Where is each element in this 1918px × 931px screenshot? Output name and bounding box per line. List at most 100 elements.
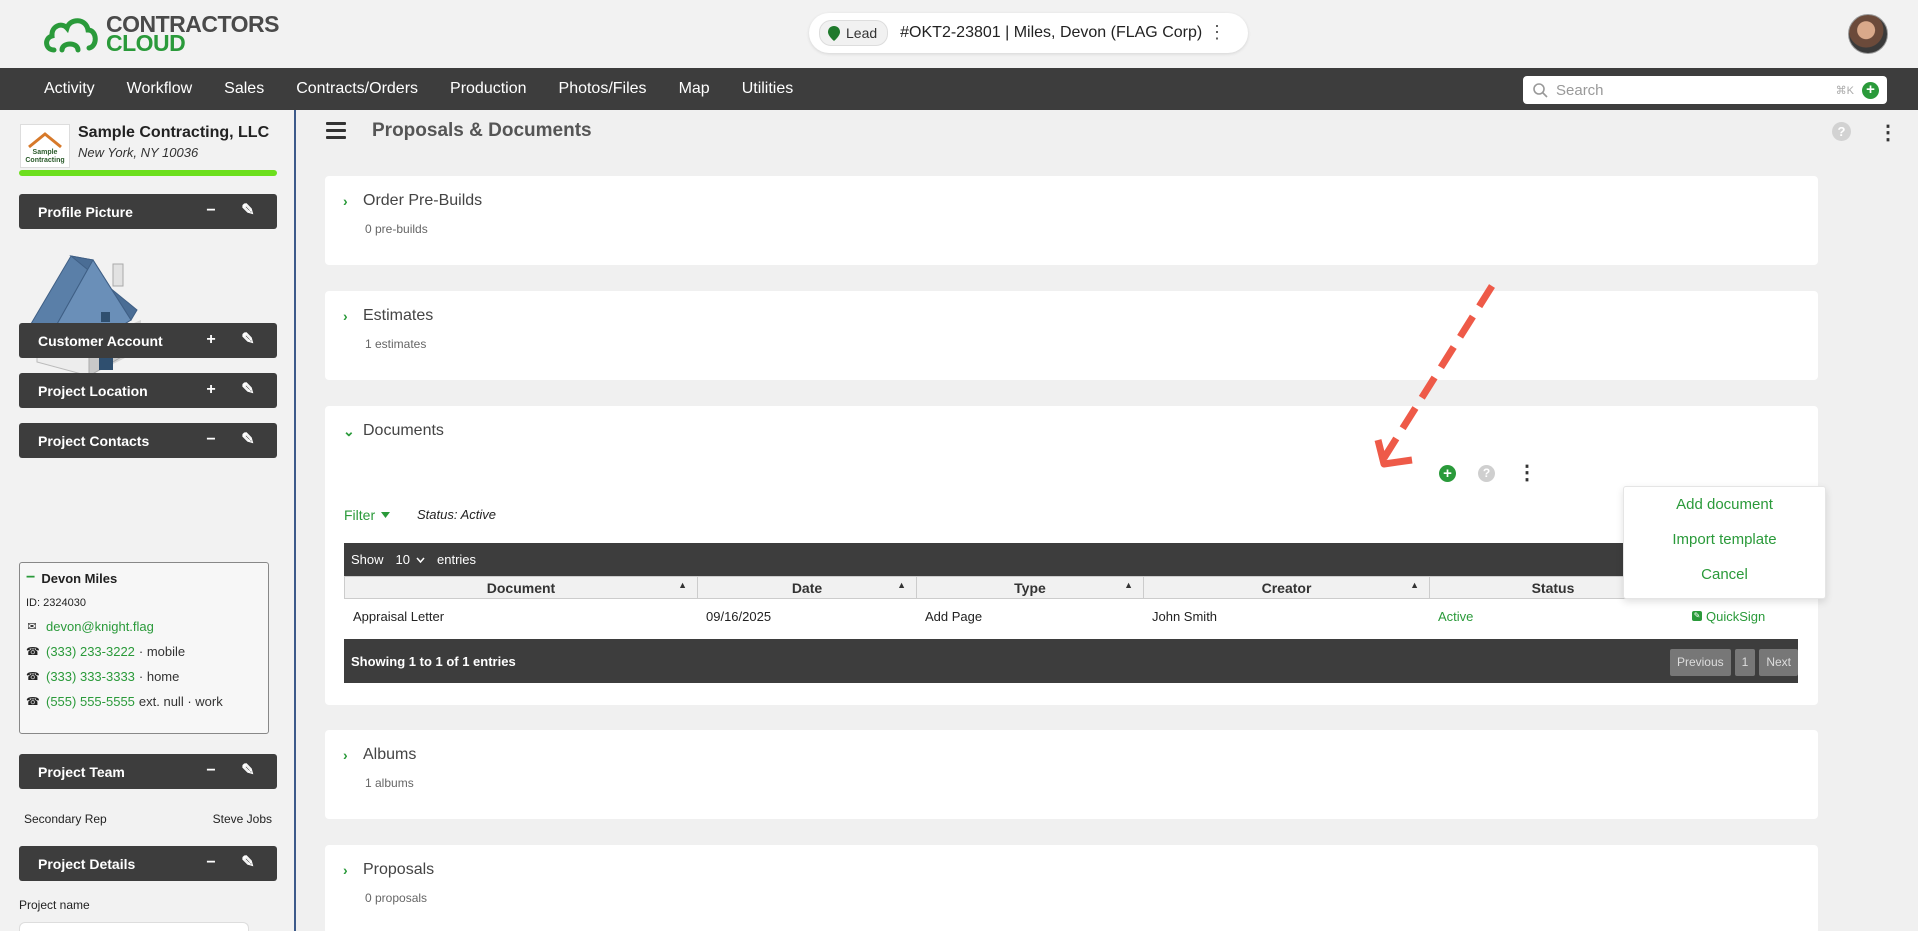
lead-status-badge[interactable]: Lead (819, 20, 889, 46)
help-icon[interactable]: ? (1832, 122, 1851, 141)
table-row[interactable]: Appraisal Letter 09/16/2025 Add Page Joh… (344, 599, 1798, 633)
menu-item-add-document[interactable]: Add document (1624, 487, 1825, 522)
caret-down-icon (381, 512, 391, 518)
section-count: 1 albums (365, 776, 414, 790)
project-location-panel-header[interactable]: Project Location + ✎ (19, 373, 277, 408)
collapse-icon[interactable]: − (203, 854, 219, 872)
nav-activity[interactable]: Activity (28, 80, 111, 98)
prebuilds-toggle[interactable]: › Order Pre-Builds (343, 192, 482, 210)
nav-utilities[interactable]: Utilities (726, 80, 810, 98)
table-header: Document ▲ Date ▲ Type ▲ Creator ▲ Status (344, 576, 1798, 599)
quick-add-icon[interactable]: + (1862, 81, 1879, 99)
quicksign-link[interactable]: ✎ QuickSign (1683, 609, 1795, 624)
lead-badge-label: Lead (846, 25, 878, 41)
collapse-icon[interactable]: − (203, 202, 219, 220)
sidebar: Sample Contracting Sample Contracting, L… (0, 110, 296, 931)
contact-email-link[interactable]: devon@knight.flag (46, 619, 154, 634)
menu-item-import-template[interactable]: Import template (1624, 522, 1825, 557)
column-header-date[interactable]: Date ▲ (698, 577, 917, 598)
collapse-contact-icon[interactable]: − (26, 569, 35, 587)
collapse-icon[interactable]: − (203, 762, 219, 780)
column-header-type[interactable]: Type ▲ (917, 577, 1144, 598)
collapse-icon[interactable]: − (203, 431, 219, 449)
phone-label: · mobile (138, 644, 186, 659)
section-title: Documents (363, 422, 444, 439)
column-header-document[interactable]: Document ▲ (345, 577, 698, 598)
menu-icon[interactable] (326, 122, 346, 139)
main-content: Proposals & Documents ? ⋮ › Order Pre-Bu… (298, 110, 1918, 931)
section-title: Order Pre-Builds (363, 192, 483, 209)
add-icon[interactable]: + (203, 381, 219, 399)
phone-label: ext. null · work (138, 694, 223, 709)
proposals-toggle[interactable]: › Proposals (343, 861, 434, 879)
documents-toggle[interactable]: ⌄ Documents (343, 422, 444, 440)
top-header: CONTRACTORS CLOUD Lead #OKT2-23801 | Mil… (0, 0, 1918, 68)
column-label: Document (486, 579, 556, 596)
cell-creator: John Smith (1152, 608, 1218, 624)
entries-select[interactable]: 10 (391, 552, 430, 567)
cell-date: 09/16/2025 (706, 608, 772, 624)
column-header-creator[interactable]: Creator ▲ (1144, 577, 1430, 598)
search-input[interactable]: Search ⌘K + (1523, 76, 1887, 104)
table-length-bar: Show 10 entries (344, 543, 1798, 576)
prebuilds-card: › Order Pre-Builds 0 pre-builds (325, 176, 1818, 265)
project-name-label: Project name (19, 898, 90, 912)
edit-icon[interactable]: ✎ (240, 854, 256, 872)
contact-phone-link[interactable]: (333) 333-3333 (46, 669, 135, 684)
menu-item-cancel[interactable]: Cancel (1624, 557, 1825, 592)
contractors-cloud-logo[interactable]: CONTRACTORS CLOUD (42, 12, 279, 56)
section-count: 0 proposals (365, 891, 428, 905)
sort-icon: ▲ (678, 580, 687, 590)
entries-count: 10 (395, 552, 410, 567)
next-page-button[interactable]: Next (1759, 649, 1798, 676)
documents-more-icon[interactable]: ⋮ (1517, 463, 1537, 483)
filter-label: Filter (344, 507, 376, 523)
table-summary: Showing 1 to 1 of 1 entries (351, 653, 516, 669)
project-contacts-panel-header[interactable]: Project Contacts − ✎ (19, 423, 277, 458)
job-selector[interactable]: Lead #OKT2-23801 | Miles, Devon (FLAG Co… (809, 13, 1248, 53)
profile-progress-bar (19, 170, 277, 176)
nav-photos-files[interactable]: Photos/Files (543, 80, 663, 98)
albums-toggle[interactable]: › Albums (343, 746, 416, 764)
show-label: Show (351, 552, 384, 567)
section-title: Estimates (363, 307, 434, 324)
estimates-toggle[interactable]: › Estimates (343, 307, 433, 325)
nav-contracts-orders[interactable]: Contracts/Orders (280, 80, 434, 98)
panel-title: Profile Picture (38, 203, 133, 220)
page-1-button[interactable]: 1 (1734, 649, 1756, 676)
profile-picture-panel-header[interactable]: Profile Picture − ✎ (19, 194, 277, 229)
user-avatar[interactable] (1848, 14, 1888, 54)
company-logo-text-1: Sample (32, 149, 58, 156)
project-name-input[interactable] (19, 922, 249, 931)
edit-icon[interactable]: ✎ (240, 762, 256, 780)
company-info: Sample Contracting Sample Contracting, L… (20, 124, 269, 168)
filter-button[interactable]: Filter (344, 507, 391, 523)
nav-production[interactable]: Production (434, 80, 543, 98)
map-pin-icon (828, 25, 840, 41)
customer-account-panel-header[interactable]: Customer Account + ✎ (19, 323, 277, 358)
nav-map[interactable]: Map (663, 80, 726, 98)
envelope-icon: ✉ (27, 621, 37, 633)
job-title: #OKT2-23801 | Miles, Devon (FLAG Corp) (900, 24, 1203, 41)
edit-icon[interactable]: ✎ (240, 202, 256, 220)
cell-type: Add Page (925, 608, 983, 624)
edit-icon[interactable]: ✎ (240, 431, 256, 449)
job-more-icon[interactable]: ⋮ (1208, 22, 1226, 43)
edit-icon[interactable]: ✎ (240, 331, 256, 349)
company-logo-text-2: Contracting (25, 157, 65, 164)
edit-icon[interactable]: ✎ (240, 381, 256, 399)
search-icon (1533, 82, 1548, 98)
chevron-right-icon: › (343, 193, 348, 209)
project-team-panel-header[interactable]: Project Team − ✎ (19, 754, 277, 789)
contact-id: ID: 2324030 (26, 597, 86, 609)
nav-workflow[interactable]: Workflow (111, 80, 209, 98)
contact-name: Devon Miles (41, 570, 118, 586)
page-more-icon[interactable]: ⋮ (1878, 120, 1898, 145)
add-icon[interactable]: + (203, 331, 219, 349)
contact-phone-link[interactable]: (333) 233-3222 (46, 644, 135, 659)
team-role: Secondary Rep (24, 812, 107, 826)
project-details-panel-header[interactable]: Project Details − ✎ (19, 846, 277, 881)
contact-phone-link[interactable]: (555) 555-5555 (46, 694, 135, 709)
previous-page-button[interactable]: Previous (1669, 649, 1731, 676)
nav-sales[interactable]: Sales (208, 80, 280, 98)
